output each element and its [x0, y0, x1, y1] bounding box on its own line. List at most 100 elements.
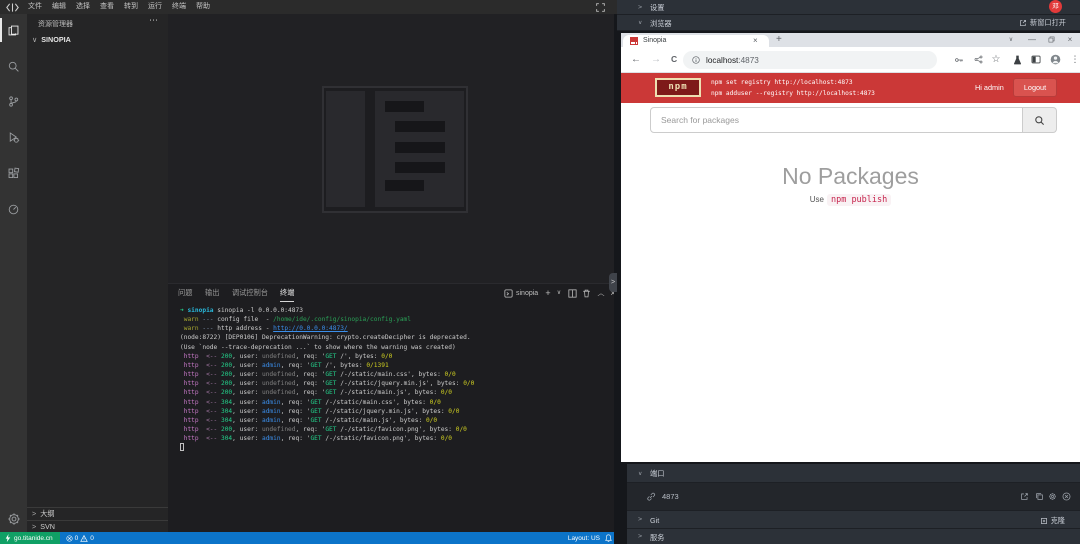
profiler-icon[interactable] — [0, 194, 27, 224]
terminal-shell-label[interactable]: sinopia — [516, 284, 538, 303]
user-avatar-badge[interactable]: 邓 — [1049, 0, 1062, 13]
minimize-window-icon[interactable]: — — [1026, 33, 1038, 47]
terminal-panel: 问题输出调试控制台终端 sinopia + ∨ ︿ × ➜ sinopia si… — [168, 283, 617, 532]
menu-bar: 文件编辑选择查看转到运行终端帮助 — [23, 0, 215, 14]
keyboard-layout[interactable]: Layout: US — [568, 535, 600, 542]
url-port: :4873 — [738, 56, 759, 65]
key-icon[interactable] — [951, 51, 967, 68]
remote-indicator[interactable]: go.titanide.cn — [0, 532, 60, 544]
open-in-browser-icon[interactable] — [1020, 492, 1029, 501]
panel-expand-handle[interactable]: > — [609, 273, 617, 292]
publish-hint: Usenpm publish — [621, 195, 1080, 205]
forward-icon[interactable]: → — [651, 47, 661, 72]
new-tab-icon[interactable]: + — [776, 33, 782, 46]
panel-tab[interactable]: 终端 — [280, 284, 294, 302]
chevron-right-icon: > — [638, 4, 642, 10]
explorer-icon[interactable] — [0, 15, 27, 45]
search-icon[interactable] — [0, 51, 27, 81]
panel-tab[interactable]: 调试控制台 — [232, 284, 268, 302]
settings-gear-icon[interactable] — [0, 504, 27, 534]
chevron-right-icon: > — [638, 533, 642, 539]
chevron-down-icon: ∨ — [638, 470, 642, 476]
port-row[interactable]: 4873 — [627, 483, 1080, 511]
split-view-icon[interactable] — [1028, 51, 1044, 68]
open-new-window-button[interactable]: 新窗口打开 — [1019, 15, 1066, 31]
bookmark-star-icon[interactable]: ☆ — [988, 51, 1004, 68]
open-external-icon — [1019, 19, 1027, 27]
panel-tab[interactable]: 问题 — [178, 284, 192, 302]
menu-item[interactable]: 文件 — [23, 0, 47, 14]
split-terminal-icon[interactable] — [566, 284, 578, 303]
run-and-debug-icon[interactable] — [0, 122, 27, 152]
panel-tab[interactable]: 输出 — [205, 284, 219, 302]
menu-item[interactable]: 帮助 — [191, 0, 215, 14]
page-info-icon[interactable] — [692, 56, 700, 64]
close-window-icon[interactable]: × — [1064, 33, 1076, 47]
menu-item[interactable]: 选择 — [71, 0, 95, 14]
explorer-sidebar: 资源管理器 ⋯ ∨SINOPIA >大纲 >SVN — [27, 14, 168, 532]
app-logo-icon — [6, 3, 19, 12]
activity-bar — [0, 14, 27, 532]
git-clone-button[interactable]: 克隆 — [1040, 516, 1065, 526]
browser-menu-dots-icon[interactable]: ⋮ — [1067, 51, 1080, 68]
npm-logo[interactable]: npm — [655, 78, 701, 97]
address-bar[interactable]: localhost:4873 — [683, 51, 937, 69]
fullscreen-icon[interactable] — [596, 3, 605, 12]
terminal-output[interactable]: ➜ sinopia sinopia -l 0.0.0.0:4873 warn -… — [180, 306, 474, 453]
greeting-text: Hi admin — [975, 73, 1004, 103]
search-button[interactable] — [1023, 107, 1057, 133]
menu-item[interactable]: 运行 — [143, 0, 167, 14]
gear-icon[interactable] — [1048, 492, 1057, 501]
warning-icon — [80, 535, 88, 542]
port-number: 4873 — [662, 492, 679, 501]
stop-port-icon[interactable] — [1062, 492, 1071, 501]
kill-terminal-icon[interactable] — [580, 284, 592, 303]
sidebar-section-outline[interactable]: >大纲 — [27, 507, 168, 520]
close-tab-icon[interactable]: × — [753, 35, 758, 47]
logout-button[interactable]: Logout — [1013, 78, 1057, 97]
search-input[interactable] — [650, 107, 1023, 133]
refresh-icon[interactable]: C — [671, 47, 677, 72]
sidebar-folder-sinopia[interactable]: ∨SINOPIA — [32, 35, 71, 44]
search-icon — [1034, 115, 1045, 126]
status-bar-right: Layout: US — [568, 532, 612, 544]
chevron-down-icon: ∨ — [32, 35, 37, 44]
extensions-icon[interactable] — [0, 158, 27, 188]
sidebar-title: 资源管理器 — [38, 19, 73, 29]
back-icon[interactable]: ← — [631, 47, 641, 72]
menu-item[interactable]: 查看 — [95, 0, 119, 14]
sidebar-more-icon[interactable]: ⋯ — [149, 15, 158, 26]
source-control-icon[interactable] — [0, 86, 27, 116]
editor-watermark — [322, 86, 468, 213]
menu-item[interactable]: 终端 — [167, 0, 191, 14]
menu-item[interactable]: 编辑 — [47, 0, 71, 14]
copy-icon[interactable] — [1035, 492, 1044, 501]
chevron-down-icon: ∨ — [638, 19, 642, 25]
notifications-bell-icon[interactable] — [605, 534, 612, 542]
section-browser[interactable]: ∨ 浏览器 新窗口打开 — [617, 15, 1080, 31]
browser-tab[interactable]: Sinopia × — [623, 35, 769, 47]
menu-item[interactable]: 转到 — [119, 0, 143, 14]
browser-tab-title: Sinopia — [643, 35, 666, 47]
npm-page-body: No Packages Usenpm publish — [621, 103, 1080, 462]
editor-area — [168, 14, 617, 283]
problems-status[interactable]: 0 0 — [66, 535, 94, 542]
share-icon[interactable] — [970, 51, 986, 68]
chevron-right-icon: > — [638, 516, 642, 522]
sidebar-section-svn[interactable]: >SVN — [27, 520, 168, 532]
section-git[interactable]: > Git 克隆 — [627, 511, 1080, 529]
section-ports[interactable]: ∨ 端口 — [627, 464, 1080, 483]
section-settings[interactable]: > 设置 — [617, 0, 1080, 15]
profile-avatar-icon[interactable] — [1047, 51, 1063, 68]
maximize-panel-icon[interactable]: ︿ — [596, 284, 606, 303]
browser-menu-chevron-icon[interactable]: ∨ — [1005, 33, 1017, 47]
restore-window-icon[interactable] — [1045, 33, 1057, 47]
extension-beaker-icon[interactable] — [1009, 51, 1025, 68]
npm-header: npm npm set registry http://localhost:48… — [621, 73, 1080, 103]
npm-publish-code: npm publish — [827, 194, 891, 206]
terminal-dropdown-icon[interactable]: ∨ — [554, 284, 564, 303]
clone-icon — [1040, 517, 1048, 525]
new-terminal-icon[interactable]: + — [543, 284, 553, 303]
npm-favicon — [630, 37, 638, 45]
section-services[interactable]: > 服务 — [627, 529, 1080, 544]
